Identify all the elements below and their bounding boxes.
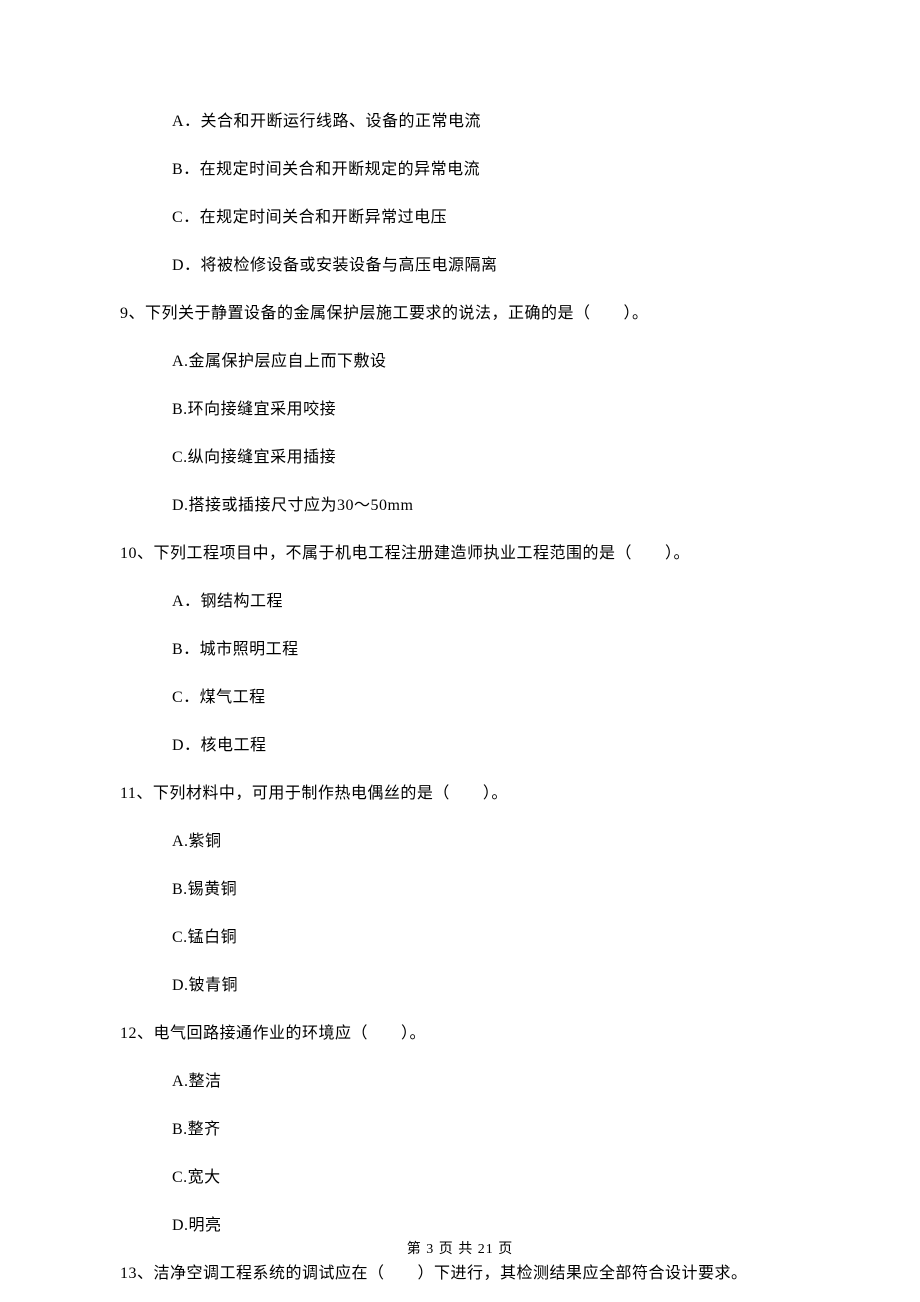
- page-number: 第 3 页 共 21 页: [0, 1239, 920, 1260]
- question-9-stem: 9、下列关于静置设备的金属保护层施工要求的说法，正确的是（ ）。: [120, 302, 800, 326]
- option-a: A.整洁: [120, 1070, 800, 1094]
- option-d: D．将被检修设备或安装设备与高压电源隔离: [120, 254, 800, 278]
- option-a: A．钢结构工程: [120, 590, 800, 614]
- option-c: C.宽大: [120, 1166, 800, 1190]
- option-b: B．在规定时间关合和开断规定的异常电流: [120, 158, 800, 182]
- question-11-stem: 11、下列材料中，可用于制作热电偶丝的是（ ）。: [120, 782, 800, 806]
- option-c: C.锰白铜: [120, 926, 800, 950]
- option-d: D．核电工程: [120, 734, 800, 758]
- option-a: A.紫铜: [120, 830, 800, 854]
- option-b: B.环向接缝宜采用咬接: [120, 398, 800, 422]
- option-b: B.锡黄铜: [120, 878, 800, 902]
- question-12-stem: 12、电气回路接通作业的环境应（ ）。: [120, 1022, 800, 1046]
- page-content: A．关合和开断运行线路、设备的正常电流 B．在规定时间关合和开断规定的异常电流 …: [0, 0, 920, 1286]
- option-b: B．城市照明工程: [120, 638, 800, 662]
- option-a: A.金属保护层应自上而下敷设: [120, 350, 800, 374]
- option-d: D.搭接或插接尺寸应为30～50mm: [120, 494, 800, 518]
- option-c: C.纵向接缝宜采用插接: [120, 446, 800, 470]
- option-c: C．煤气工程: [120, 686, 800, 710]
- option-c: C．在规定时间关合和开断异常过电压: [120, 206, 800, 230]
- option-d: D.铍青铜: [120, 974, 800, 998]
- question-10-stem: 10、下列工程项目中，不属于机电工程注册建造师执业工程范围的是（ ）。: [120, 542, 800, 566]
- option-b: B.整齐: [120, 1118, 800, 1142]
- option-a: A．关合和开断运行线路、设备的正常电流: [120, 110, 800, 134]
- question-13-stem: 13、洁净空调工程系统的调试应在（ ）下进行，其检测结果应全部符合设计要求。: [120, 1262, 800, 1286]
- option-d: D.明亮: [120, 1214, 800, 1238]
